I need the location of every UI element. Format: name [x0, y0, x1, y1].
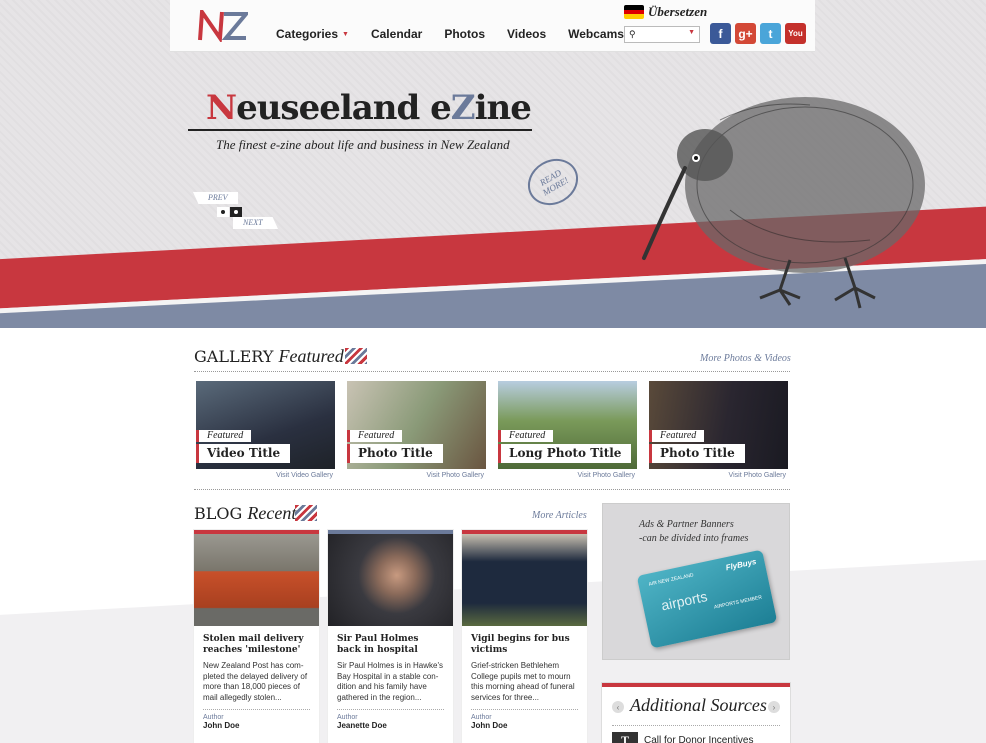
google-plus-icon[interactable]: g+: [735, 23, 756, 44]
section-stripes-icon: [295, 505, 317, 521]
blog-title[interactable]: Vigil begins for bus victims: [462, 626, 587, 656]
blog-card[interactable]: Vigil begins for bus victims Grief-stric…: [462, 530, 587, 743]
gallery-item[interactable]: Featured Video Title Visit Video Gallery: [196, 381, 335, 479]
visit-gallery-link[interactable]: Visit Video Gallery: [196, 472, 335, 479]
search-icon: ⚲: [629, 29, 636, 39]
additional-sources-title: Additional Sources: [630, 695, 767, 715]
gallery-thumbnail[interactable]: Featured Video Title: [196, 381, 335, 469]
gallery-item-title: Long Photo Title: [498, 444, 632, 463]
blog-author: John Doe: [471, 721, 508, 730]
blog-author: John Doe: [203, 721, 240, 730]
blog-title[interactable]: Sir Paul Holmes back in hospital: [328, 626, 453, 656]
search-input[interactable]: ⚲ ▼: [624, 26, 700, 43]
gallery-item[interactable]: Featured Long Photo Title Visit Photo Ga…: [498, 381, 637, 479]
prev-button[interactable]: PREV: [193, 192, 238, 204]
gallery-grid: Featured Video Title Visit Video Gallery…: [196, 381, 792, 479]
social-links: f g+ t You: [710, 23, 806, 44]
nav-categories[interactable]: Categories ▼: [276, 27, 349, 41]
german-flag-icon: [624, 5, 644, 19]
blog-title[interactable]: Stolen mail delivery reaches 'milestone': [194, 626, 319, 656]
kiwi-bird-illustration: [642, 97, 925, 309]
blog-author: Jeanette Doe: [337, 721, 387, 730]
blog-image[interactable]: [328, 534, 453, 626]
youtube-icon[interactable]: You: [785, 23, 806, 44]
more-articles-link[interactable]: More Articles: [532, 510, 587, 521]
visit-gallery-link[interactable]: Visit Photo Gallery: [498, 472, 637, 479]
chevron-right-icon[interactable]: ›: [768, 701, 780, 713]
airports-card-ad[interactable]: AIR NEW ZEALAND FlyBuys airports AIRPORT…: [636, 549, 778, 649]
main-nav: Categories ▼ Calendar Photos Videos Webca…: [276, 27, 646, 41]
gallery-heading: GALLERY Featured: [194, 346, 344, 366]
gallery-thumbnail[interactable]: Featured Photo Title: [649, 381, 788, 469]
translate-link[interactable]: Übersetzen: [624, 4, 707, 20]
gallery-thumbnail[interactable]: Featured Long Photo Title: [498, 381, 637, 469]
title-underline: [188, 129, 532, 131]
nav-photos[interactable]: Photos: [444, 27, 485, 41]
blog-card[interactable]: Stolen mail delivery reaches 'milestone'…: [194, 530, 319, 743]
visit-gallery-link[interactable]: Visit Photo Gallery: [649, 472, 788, 479]
additional-sources-panel: ‹ Additional Sources › T Call for Donor …: [602, 683, 790, 743]
twitter-icon[interactable]: t: [760, 23, 781, 44]
facebook-icon[interactable]: f: [710, 23, 731, 44]
blog-heading: BLOG Recent: [194, 503, 297, 523]
blog-list: Stolen mail delivery reaches 'milestone'…: [194, 530, 587, 743]
nav-calendar[interactable]: Calendar: [371, 27, 422, 41]
chevron-down-icon[interactable]: ▼: [688, 29, 695, 36]
gallery-item-title: Photo Title: [347, 444, 443, 463]
visit-gallery-link[interactable]: Visit Photo Gallery: [347, 472, 486, 479]
gallery-item-title: Video Title: [196, 444, 291, 463]
blog-image[interactable]: [194, 534, 319, 626]
slide-dot[interactable]: [217, 207, 229, 217]
ads-banner[interactable]: Ads & Partner Banners -can be divided in…: [602, 503, 790, 660]
more-photos-videos-link[interactable]: More Photos & Videos: [700, 353, 791, 364]
blog-card[interactable]: Sir Paul Holmes back in hospital Sir Pau…: [328, 530, 453, 743]
gallery-item-title: Photo Title: [649, 444, 745, 463]
nav-videos[interactable]: Videos: [507, 27, 546, 41]
blog-excerpt: New Zealand Post has com-pleted the dela…: [203, 661, 308, 702]
slide-dot-active[interactable]: [230, 207, 242, 217]
source-item[interactable]: T Call for Donor Incentives: [612, 732, 754, 743]
site-title: Neuseeland eZine: [206, 88, 532, 128]
blog-image[interactable]: [462, 534, 587, 626]
gallery-item[interactable]: Featured Photo Title Visit Photo Gallery: [347, 381, 486, 479]
gallery-item[interactable]: Featured Photo Title Visit Photo Gallery: [649, 381, 788, 479]
site-logo[interactable]: [198, 10, 248, 42]
nav-webcams[interactable]: Webcams: [568, 27, 624, 41]
site-tagline: The finest e-zine about life and busines…: [216, 137, 510, 152]
section-stripes-icon: [345, 348, 367, 364]
slider-controls: PREV NEXT: [193, 192, 283, 232]
next-button[interactable]: NEXT: [233, 217, 278, 229]
top-navigation-bar: Categories ▼ Calendar Photos Videos Webca…: [170, 0, 815, 52]
blog-excerpt: Sir Paul Holmes is in Hawke's Bay Hospit…: [337, 661, 444, 702]
newspaper-logo-icon: T: [612, 732, 638, 743]
gallery-thumbnail[interactable]: Featured Photo Title: [347, 381, 486, 469]
blog-excerpt: Grief-stricken Bethlehem College pupils …: [471, 661, 575, 702]
dropdown-caret-icon: ▼: [342, 30, 349, 38]
chevron-left-icon[interactable]: ‹: [612, 701, 624, 713]
